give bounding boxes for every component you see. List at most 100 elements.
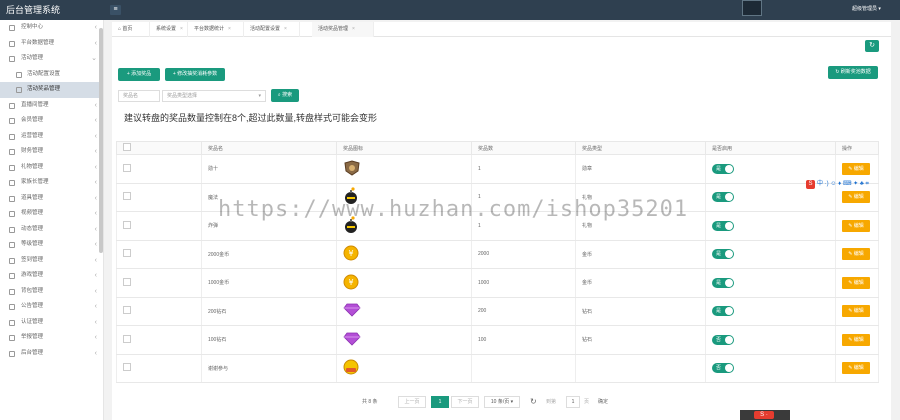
sidebar-item[interactable]: 活动配置设置 xyxy=(0,67,103,83)
row-select-cell[interactable] xyxy=(116,211,202,241)
prize-type-select[interactable]: 奖品类型选择 ▾ xyxy=(162,90,266,102)
enabled-toggle[interactable]: 否 xyxy=(712,334,734,345)
sidebar-item[interactable]: 直播间管理 ‹ xyxy=(0,98,103,114)
edit-button[interactable]: ✎ 编辑 xyxy=(842,248,870,261)
chevron-left-icon: ‹ xyxy=(94,163,97,171)
sidebar-item[interactable]: 公告管理 ‹ xyxy=(0,299,103,315)
chevron-down-icon: ⌄ xyxy=(91,55,97,62)
row-select-cell[interactable] xyxy=(116,354,202,383)
checkbox[interactable] xyxy=(123,143,131,151)
checkbox[interactable] xyxy=(123,306,131,315)
checkbox[interactable] xyxy=(123,163,131,172)
sidebar-item-label: 运营管理 xyxy=(21,132,44,139)
close-icon[interactable]: × xyxy=(284,26,287,32)
sidebar-scrollbar[interactable] xyxy=(99,28,103,253)
enabled-toggle[interactable]: 是 xyxy=(712,192,734,203)
goto-confirm-button[interactable]: 确定 xyxy=(598,396,608,408)
tab-home[interactable]: ⌂ 首页 xyxy=(112,22,150,37)
edit-button[interactable]: ✎ 编辑 xyxy=(842,362,870,375)
sidebar-item[interactable]: 财务管理 ‹ xyxy=(0,144,103,160)
goto-page-input[interactable]: 1 xyxy=(566,396,580,408)
sidebar-item[interactable]: 游戏管理 ‹ xyxy=(0,268,103,284)
current-page-button[interactable]: 1 xyxy=(431,396,449,408)
search-button[interactable]: ⌕ 搜索 xyxy=(271,89,299,102)
checkbox[interactable] xyxy=(123,334,131,343)
sidebar-item[interactable]: 举报管理 ‹ xyxy=(0,330,103,346)
refresh-icon[interactable]: ↻ xyxy=(530,396,537,408)
refresh-icon[interactable]: ↻ xyxy=(865,40,879,52)
sidebar-item[interactable]: 活动管理 ⌄ xyxy=(0,51,103,67)
user-menu[interactable]: 超级管理员 ▾ xyxy=(852,4,881,14)
sidebar-item[interactable]: 后台管理 ‹ xyxy=(0,346,103,362)
sidebar-item[interactable]: 等级管理 ‹ xyxy=(0,237,103,253)
enabled-toggle[interactable]: 是 xyxy=(712,220,734,231)
tab-activity-config[interactable]: 活动配置设置 × xyxy=(244,22,300,37)
next-page-button[interactable]: 下一页 xyxy=(451,396,479,408)
sidebar-item[interactable]: 礼物管理 ‹ xyxy=(0,160,103,176)
page-size-select[interactable]: 10 条/页 ▾ xyxy=(484,396,520,408)
top-bar: 后台管理系统 ≡ 超级管理员 ▾ xyxy=(0,0,900,20)
chevron-left-icon: ‹ xyxy=(94,179,97,186)
tab-system-settings[interactable]: 系统设置 × xyxy=(150,22,188,37)
close-icon[interactable]: × xyxy=(352,26,355,32)
row-select-cell[interactable] xyxy=(116,240,202,269)
sidebar-item[interactable]: 认证管理 ‹ xyxy=(0,315,103,331)
edit-button[interactable]: ✎ 编辑 xyxy=(842,305,870,318)
add-prize-button[interactable]: + 添加奖品 xyxy=(118,68,160,81)
ime-logo-icon[interactable]: S · xyxy=(754,411,774,419)
edit-button[interactable]: ✎ 编辑 xyxy=(842,162,870,175)
checkbox[interactable] xyxy=(123,277,131,286)
enabled-toggle[interactable]: 是 xyxy=(712,249,734,260)
prize-name-input[interactable]: 奖品名 xyxy=(118,90,160,102)
prize-type-cell: 钻石 xyxy=(575,297,706,326)
sidebar-item[interactable]: 会员管理 ‹ xyxy=(0,113,103,129)
sidebar-item[interactable]: 背包管理 ‹ xyxy=(0,284,103,300)
tab-activity-prizes[interactable]: 活动奖品管理 × xyxy=(312,22,374,37)
row-select-cell[interactable] xyxy=(116,268,202,298)
sidebar-item[interactable]: 活动奖品管理 xyxy=(0,82,103,98)
checkbox[interactable] xyxy=(123,220,131,229)
sidebar-item[interactable]: 视频管理 ‹ xyxy=(0,206,103,222)
sidebar-item[interactable]: 控制中心 ‹ xyxy=(0,20,103,36)
menu-toggle-icon[interactable]: ≡ xyxy=(110,5,121,15)
row-select-cell[interactable] xyxy=(116,183,202,212)
edit-draw-params-button[interactable]: + 修改抽奖消耗参数 xyxy=(165,68,225,81)
edit-button[interactable]: ✎ 编辑 xyxy=(842,276,870,289)
sidebar-item[interactable]: 家族长管理 ‹ xyxy=(0,175,103,191)
checkbox[interactable] xyxy=(123,363,131,372)
action-cell: ✎ 编辑 xyxy=(835,325,879,355)
row-select-cell[interactable] xyxy=(116,297,202,326)
prize-icon-cell xyxy=(336,297,472,326)
sidebar: 控制中心 ‹ 平台数据管理 ‹ 活动管理 ⌄ 活动配置设置 活动奖品管理 直播间管理 ‹ 会员管理 ‹… xyxy=(0,20,104,420)
enabled-toggle[interactable]: 是 xyxy=(712,277,734,288)
row-select-cell[interactable] xyxy=(116,154,202,184)
close-icon[interactable]: × xyxy=(180,26,183,32)
enabled-toggle[interactable]: 是 xyxy=(712,163,734,174)
prev-page-button[interactable]: 上一页 xyxy=(398,396,426,408)
page-scrollbar[interactable] xyxy=(891,20,900,420)
enabled-toggle[interactable]: 是 xyxy=(712,306,734,317)
avatar[interactable] xyxy=(742,0,762,16)
sidebar-item-label: 公告管理 xyxy=(21,303,44,309)
table-row: 2000金币 ¥2000 金币是 ✎ 编辑 xyxy=(116,240,879,269)
sidebar-item[interactable]: 平台数据管理 ‹ xyxy=(0,36,103,52)
sidebar-item-label: 控制中心 xyxy=(21,24,44,30)
badge-icon xyxy=(343,160,361,178)
edit-button[interactable]: ✎ 编辑 xyxy=(842,219,870,232)
sidebar-item[interactable]: 运营管理 ‹ xyxy=(0,129,103,145)
edit-button[interactable]: ✎ 编辑 xyxy=(842,191,870,204)
edit-button[interactable]: ✎ 编辑 xyxy=(842,333,870,346)
enabled-toggle[interactable]: 否 xyxy=(712,363,734,374)
ime-toolbar[interactable]: S中 ·) ☺ ♦ ⌨ ✦ ♣ ⌗ xyxy=(806,179,869,189)
checkbox[interactable] xyxy=(123,192,131,201)
sidebar-item[interactable]: 签到管理 ‹ xyxy=(0,253,103,269)
row-select-cell[interactable] xyxy=(116,325,202,355)
tab-platform-stats[interactable]: 平台数据统计 × xyxy=(188,22,244,37)
diamond-icon xyxy=(343,332,361,348)
refresh-pool-button[interactable]: ↻ 刷新奖池数据 xyxy=(828,66,878,79)
select-all-cell[interactable] xyxy=(116,141,202,155)
sidebar-item[interactable]: 道具管理 ‹ xyxy=(0,191,103,207)
checkbox[interactable] xyxy=(123,249,131,258)
close-icon[interactable]: × xyxy=(228,26,231,32)
sidebar-item[interactable]: 动态管理 ‹ xyxy=(0,222,103,238)
